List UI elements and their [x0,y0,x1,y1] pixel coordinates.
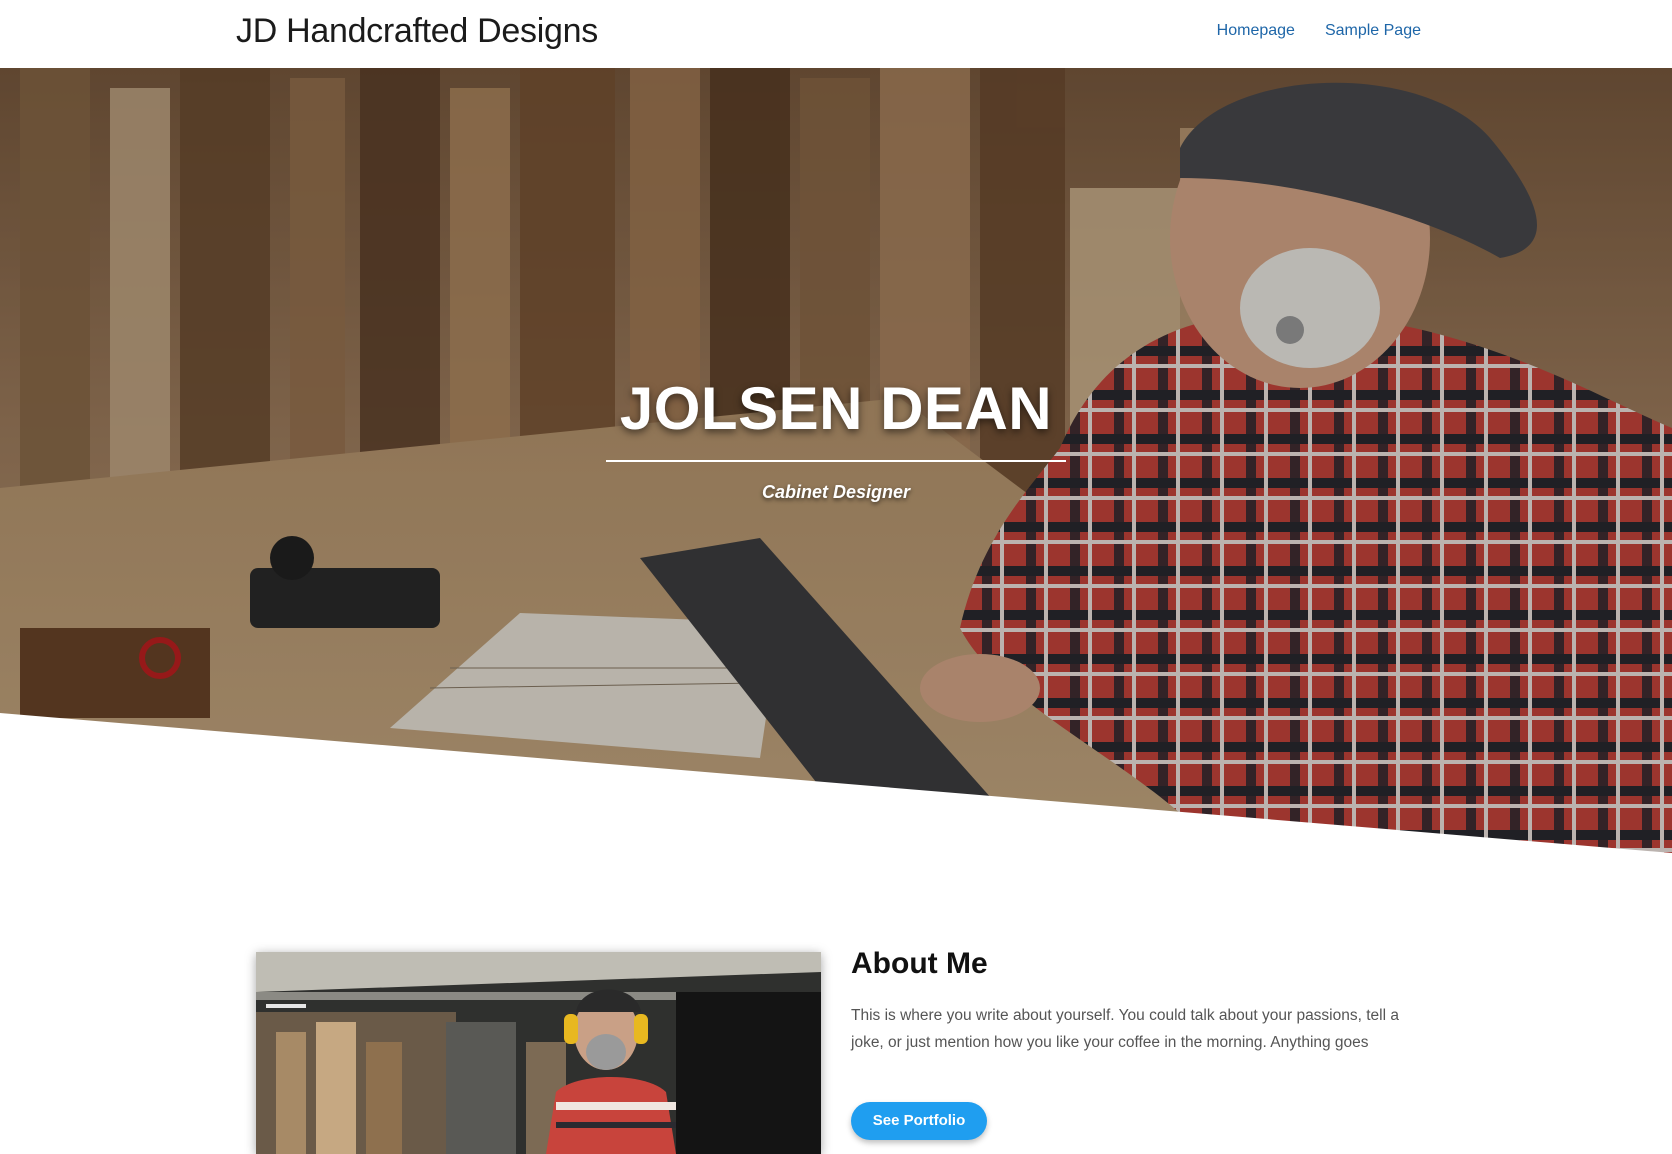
site-title[interactable]: JD Handcrafted Designs [236,12,598,51]
about-photo [256,952,821,1154]
about-title: About Me [851,947,988,980]
about-text: This is where you write about yourself. … [851,1007,1399,1051]
hero-section: JOLSEN DEAN Cabinet Designer [0,68,1672,853]
hero-role: Cabinet Designer [761,482,911,502]
hero-divider [606,460,1066,462]
see-portfolio-button[interactable]: See Portfolio [851,1102,987,1140]
site-header: JD Handcrafted Designs Homepage Sample P… [0,0,1672,68]
main-nav: Homepage Sample Page [1217,22,1421,40]
nav-link-homepage[interactable]: Homepage [1217,22,1295,40]
nav-link-sample-page[interactable]: Sample Page [1325,22,1421,40]
hero-name: JOLSEN DEAN [619,375,1053,442]
